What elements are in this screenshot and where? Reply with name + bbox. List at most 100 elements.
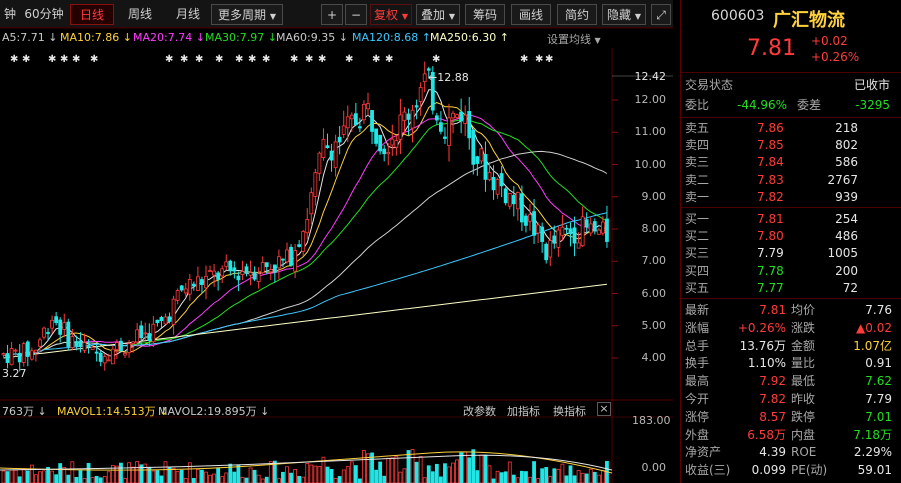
- candle-body: [382, 148, 387, 155]
- volume-bar: [58, 463, 63, 483]
- stat-label: 涨停: [685, 409, 710, 424]
- add-indicator-button[interactable]: 加指标: [507, 403, 540, 419]
- volume-legend: 763万 ↓ MAVOL1:14.513万 ↓ MAVOL2:19.895万 ↓…: [0, 402, 673, 418]
- zoom-in-button[interactable]: +: [321, 4, 343, 25]
- volume-bar: [54, 474, 59, 483]
- signal-marker: ✱: [535, 54, 543, 65]
- candle-body: [378, 134, 383, 152]
- signal-marker: ✱: [345, 54, 353, 65]
- switch-indicator-button[interactable]: 换指标: [553, 403, 586, 419]
- candle-body: [366, 103, 370, 110]
- candle-body: [50, 319, 54, 329]
- candle-body: [410, 109, 415, 129]
- buy-row[interactable]: 买四 7.78 200: [681, 262, 901, 281]
- chip-button[interactable]: 筹码: [465, 4, 505, 25]
- volume-bar: [459, 452, 464, 483]
- adjust-button[interactable]: 复权 ▼: [370, 4, 412, 25]
- volume-bar: [601, 470, 605, 483]
- mavol2-value: MAVOL2:19.895万 ↓: [158, 405, 270, 418]
- edit-params-button[interactable]: 改参数: [463, 403, 496, 419]
- volume-bar: [74, 476, 79, 483]
- volume-bar: [236, 465, 241, 483]
- divider: [681, 117, 901, 118]
- stat-label: 最高: [685, 374, 710, 389]
- candle-body: [560, 226, 565, 236]
- current-price: 7.81: [747, 36, 796, 61]
- volume-bar: [568, 465, 573, 483]
- volume-bar: [127, 462, 131, 483]
- candle-body: [25, 341, 30, 357]
- candle-body: [483, 154, 488, 180]
- candle-body: [264, 262, 269, 268]
- volume-bar: [94, 475, 99, 483]
- candle-body: [507, 193, 512, 207]
- tab-weekly[interactable]: 周线: [118, 4, 162, 25]
- tab-60min[interactable]: 60分钟: [22, 4, 66, 25]
- stat-label: 换手: [685, 356, 710, 371]
- tab-monthly[interactable]: 月线: [166, 4, 210, 25]
- buy-row[interactable]: 买三 7.79 1005: [681, 244, 901, 263]
- order-price: 7.84: [757, 155, 784, 170]
- stats-row: 最新 7.81 均价 7.76: [681, 301, 901, 320]
- sell-row[interactable]: 卖二 7.83 2767: [681, 171, 901, 190]
- close-icon[interactable]: ×: [597, 402, 611, 416]
- stat-value: 2.29%: [853, 445, 892, 460]
- tab-daily[interactable]: 日线: [70, 4, 114, 25]
- volume-bar: [357, 478, 362, 483]
- candle-body: [281, 258, 285, 261]
- volume-bar: [175, 471, 180, 483]
- volume-bar: [402, 468, 407, 483]
- volume-bar: [378, 461, 383, 483]
- buy-row[interactable]: 买一 7.81 254: [681, 210, 901, 229]
- volume-bar: [208, 474, 212, 483]
- price-axis-tick: 7.00: [641, 254, 667, 268]
- ma30-line: [3, 118, 608, 359]
- candle-body: [357, 126, 362, 129]
- order-volume: 486: [835, 229, 858, 244]
- high-annotation: ←12.88: [428, 71, 469, 84]
- stat-label: 总手: [685, 338, 710, 353]
- draw-button[interactable]: 画线: [511, 4, 551, 25]
- stat-label: 今开: [685, 392, 710, 406]
- candle-body: [131, 341, 136, 344]
- volume-bar: [195, 468, 200, 483]
- candle-body: [398, 114, 403, 140]
- ma120-line: [3, 212, 608, 359]
- stat-label: 跌停: [791, 409, 816, 424]
- stats-row: 收益(三) 0.099 PE(动) 59.01: [681, 461, 901, 480]
- stat-value: ▲0.02: [856, 320, 892, 335]
- volume-bar: [588, 468, 593, 483]
- zoom-out-button[interactable]: −: [345, 4, 367, 25]
- buy-row[interactable]: 买五 7.77 72: [681, 279, 901, 298]
- volume-bar: [301, 476, 306, 483]
- volume-bar: [171, 467, 176, 483]
- sell-row[interactable]: 卖四 7.85 802: [681, 136, 901, 155]
- volume-bar: [515, 477, 520, 483]
- volume-bar: [244, 477, 249, 483]
- order-level-label: 卖四: [685, 138, 710, 153]
- volume-bar: [38, 471, 42, 483]
- volume-bar: [66, 474, 71, 483]
- sell-row[interactable]: 卖三 7.84 586: [681, 153, 901, 172]
- price-change: +0.02: [811, 34, 848, 48]
- buy-row[interactable]: 买二 7.80 486: [681, 227, 901, 246]
- overlay-button[interactable]: 叠加 ▼: [416, 4, 460, 25]
- simple-button[interactable]: 简约: [557, 4, 597, 25]
- sell-row[interactable]: 卖一 7.82 939: [681, 188, 901, 207]
- expand-icon[interactable]: ⤢: [651, 4, 671, 25]
- hide-button[interactable]: 隐藏 ▼: [602, 4, 646, 25]
- candle-body: [532, 211, 536, 236]
- candle-body: [115, 342, 119, 351]
- order-price: 7.83: [757, 172, 784, 187]
- more-periods-button[interactable]: 更多周期 ▼: [211, 4, 283, 25]
- candle-body: [123, 352, 127, 356]
- volume-bar: [191, 478, 196, 483]
- volume-bar: [297, 476, 302, 483]
- candle-body: [119, 340, 123, 352]
- volume-bar: [232, 471, 237, 483]
- price-axis-tick: 9.00: [641, 189, 667, 203]
- candle-body: [127, 343, 131, 353]
- sell-row[interactable]: 卖五 7.86 218: [681, 119, 901, 138]
- volume-bar: [333, 478, 338, 483]
- tab-minute[interactable]: 钟: [0, 4, 20, 25]
